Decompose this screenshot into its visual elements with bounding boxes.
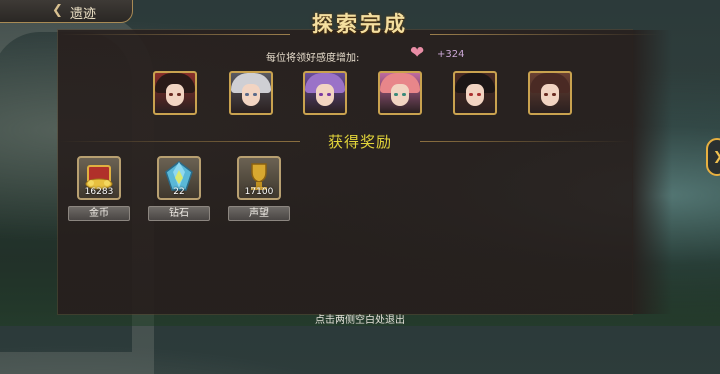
reward-item-prestige[interactable]: 17100 xyxy=(237,156,281,200)
portrait-eye xyxy=(177,93,181,96)
general-portrait[interactable] xyxy=(229,71,273,115)
reward-label: 金币 xyxy=(68,206,130,221)
general-portrait[interactable] xyxy=(453,71,497,115)
result-panel-fade xyxy=(632,30,672,314)
reward-label: 钻石 xyxy=(148,206,210,221)
title-divider-left xyxy=(60,34,290,35)
portrait-eye xyxy=(319,93,323,96)
general-portrait[interactable] xyxy=(303,71,347,115)
reward-quantity: 16283 xyxy=(84,187,114,197)
affection-value: +324 xyxy=(437,49,465,60)
reward-divider-right xyxy=(420,141,630,142)
general-portrait[interactable] xyxy=(153,71,197,115)
portrait-eye xyxy=(245,93,249,96)
portrait-eye xyxy=(253,93,257,96)
portrait-eye xyxy=(544,93,548,96)
side-arrow-icon: ❯ xyxy=(713,149,720,163)
title-divider-right xyxy=(430,34,660,35)
affection-label: 每位将领好感度增加: xyxy=(266,53,360,64)
reward-quantity: 22 xyxy=(173,187,185,197)
portrait-eye xyxy=(469,93,473,96)
reward-quantity: 17100 xyxy=(244,187,274,197)
general-portrait[interactable] xyxy=(378,71,422,115)
reward-item-diamond[interactable]: 22 xyxy=(157,156,201,200)
reward-item-gold[interactable]: 16283 xyxy=(77,156,121,200)
portrait-eye xyxy=(477,93,481,96)
reward-label: 声望 xyxy=(228,206,290,221)
general-portrait[interactable] xyxy=(528,71,572,115)
portrait-eye xyxy=(169,93,173,96)
portrait-eye xyxy=(552,93,556,96)
portrait-eye xyxy=(402,93,406,96)
side-menu-button[interactable]: ❯ xyxy=(706,138,720,176)
portrait-eye xyxy=(327,93,331,96)
portrait-eye xyxy=(394,93,398,96)
exit-hint: 点击两侧空白处退出 xyxy=(315,315,405,326)
heart-icon: ❤ xyxy=(410,43,425,63)
